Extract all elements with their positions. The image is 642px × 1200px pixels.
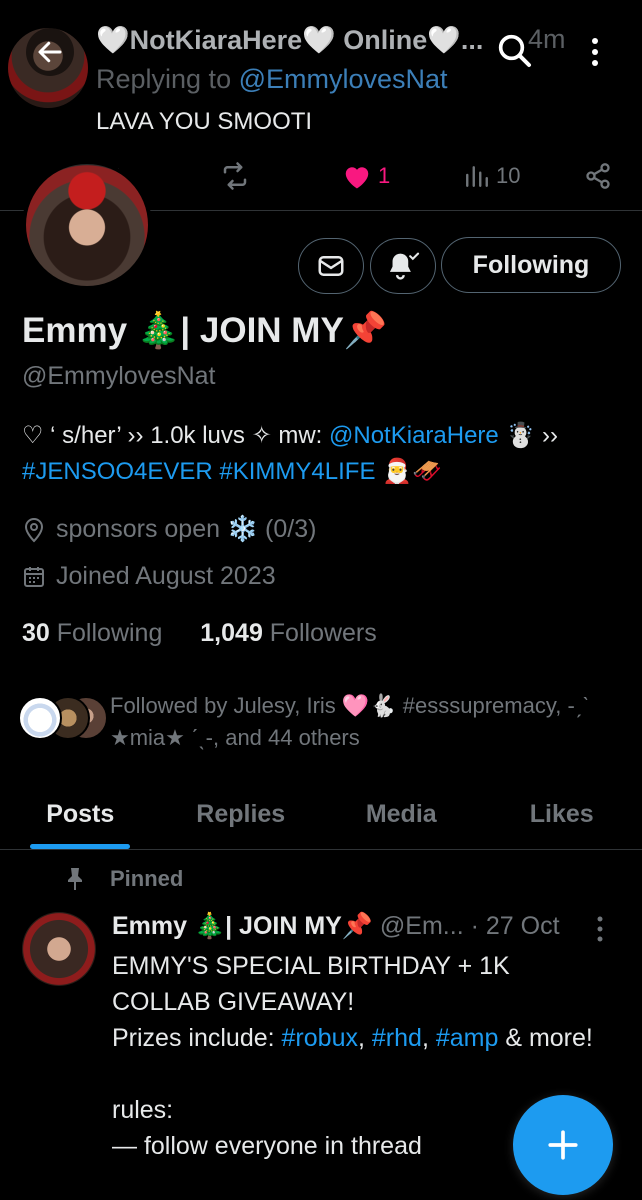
share-icon <box>586 163 610 189</box>
views-chart-icon <box>466 166 488 187</box>
bio-hashtags[interactable]: #JENSOO4EVER #KIMMY4LIFE <box>22 458 375 485</box>
post-author-name[interactable]: Emmy 🎄| JOIN MY📌 <box>112 912 373 940</box>
post-more-button[interactable] <box>596 915 616 945</box>
pinned-label: Pinned <box>110 866 184 891</box>
following-count: 30 <box>22 619 50 647</box>
view-count: 10 <box>496 163 521 188</box>
replying-prefix: Replying to <box>96 64 239 94</box>
bio-text-a: ♡ ‘ s/her’ ›› 1.0k luvs ✧ mw: <box>22 422 330 449</box>
calendar-icon <box>24 566 44 587</box>
followed-by-text[interactable]: Followed by Julesy, Iris 🩷🐇 #esssupremac… <box>110 690 630 754</box>
following-button[interactable]: Following <box>441 237 621 293</box>
hashtag-amp[interactable]: #amp <box>436 1024 499 1052</box>
hashtag-rhd[interactable]: #rhd <box>372 1024 422 1052</box>
search-icon <box>498 34 531 67</box>
more-options-button[interactable] <box>580 28 610 76</box>
tab-media[interactable]: Media <box>321 780 482 849</box>
like-action[interactable]: 1 <box>342 158 390 194</box>
share-action[interactable] <box>584 158 612 194</box>
like-count: 1 <box>378 163 391 188</box>
separator: , <box>357 1024 372 1052</box>
followers-count-link[interactable]: 1,049 Followers <box>200 619 376 647</box>
pin-icon <box>68 868 82 890</box>
display-name-first: Emmy <box>22 311 137 350</box>
notifications-button[interactable] <box>370 238 436 294</box>
hashtag-robux[interactable]: #robux <box>282 1024 358 1052</box>
replying-handle-link[interactable]: @EmmylovesNat <box>239 64 448 94</box>
reply-author-name[interactable]: 🤍NotKiaraHere🤍 Online🤍... <box>96 24 483 56</box>
bio-line-1: ♡ ‘ s/her’ ›› 1.0k luvs ✧ mw: @NotKiaraH… <box>22 421 558 450</box>
post-prizes-line: Prizes include: #robux, #rhd, #amp & mor… <box>112 1020 612 1056</box>
replying-to: Replying to @EmmylovesNat <box>96 64 448 95</box>
prizes-prefix: Prizes include: <box>112 1024 282 1052</box>
prizes-suffix: & more! <box>498 1024 593 1052</box>
back-button[interactable] <box>26 28 74 76</box>
heart-icon <box>345 167 369 189</box>
profile-tabs: Posts Replies Media Likes <box>0 780 642 850</box>
bio-mention-link[interactable]: @NotKiaraHere <box>329 422 499 449</box>
more-vertical-icon <box>597 916 603 942</box>
profile-avatar[interactable] <box>22 160 152 290</box>
retweet-icon <box>223 162 247 190</box>
post-blank-line <box>112 1056 612 1092</box>
bio-text-b: ☃️ ›› <box>498 422 558 449</box>
reply-text: LAVA YOU SMOOTI <box>96 108 313 135</box>
tab-likes[interactable]: Likes <box>482 780 642 849</box>
followers-label: Followers <box>262 619 377 647</box>
compose-button[interactable] <box>513 1095 613 1195</box>
post-author-avatar[interactable] <box>22 912 96 986</box>
retweet-action[interactable] <box>218 158 252 194</box>
pinned-indicator: Pinned <box>66 866 183 892</box>
followers-count: 1,049 <box>200 619 263 647</box>
bio-emoji: 🎅🛷 <box>375 458 442 485</box>
follow-counts: 30 Following 1,049 Followers <box>22 619 377 648</box>
post-line: EMMY'S SPECIAL BIRTHDAY + 1K COLLAB GIVE… <box>112 952 510 1016</box>
tab-replies[interactable]: Replies <box>161 780 322 849</box>
message-button[interactable] <box>298 238 364 294</box>
post-header: Emmy 🎄| JOIN MY📌 @Em... · 27 Oct <box>112 912 560 941</box>
profile-location: sponsors open ❄️ (0/3) <box>22 515 316 544</box>
post-timestamp[interactable]: · 27 Oct <box>464 912 560 940</box>
following-label: Following <box>49 619 163 647</box>
following-count-link[interactable]: 30 Following <box>22 619 162 647</box>
post-author-handle[interactable]: @Em... <box>373 912 464 940</box>
profile-joined: Joined August 2023 <box>22 562 276 591</box>
mail-icon <box>318 256 344 276</box>
location-text: sponsors open ❄️ (0/3) <box>56 515 317 543</box>
search-button[interactable] <box>490 26 538 74</box>
profile-photo <box>26 164 148 286</box>
arrow-left-icon <box>38 41 62 63</box>
plus-icon <box>548 1130 578 1160</box>
bell-check-icon <box>389 252 420 280</box>
separator: , <box>421 1024 436 1052</box>
more-vertical-icon <box>592 38 598 66</box>
follower-avatar <box>18 696 62 740</box>
display-name-rest: 🎄| JOIN MY📌 <box>136 311 388 350</box>
profile-handle: @EmmylovesNat <box>22 362 216 390</box>
joined-text: Joined August 2023 <box>56 562 276 590</box>
followed-by-avatars[interactable] <box>18 696 108 740</box>
profile-display-name: Emmy 🎄| JOIN MY📌 <box>22 310 387 351</box>
views-action[interactable]: 10 <box>464 158 520 194</box>
bio-line-2: #JENSOO4EVER #KIMMY4LIFE 🎅🛷 <box>22 457 442 486</box>
location-pin-icon <box>24 517 44 542</box>
tab-posts[interactable]: Posts <box>0 780 161 849</box>
